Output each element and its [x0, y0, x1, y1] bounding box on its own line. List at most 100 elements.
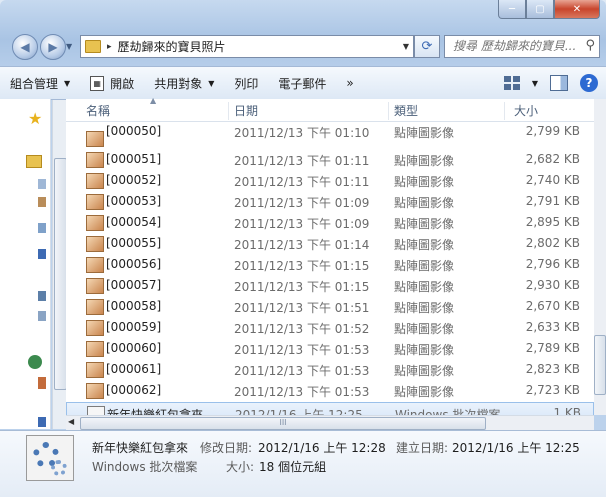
music-icon[interactable]	[38, 223, 46, 233]
file-size: 2,895 KB	[525, 215, 580, 229]
user-icon[interactable]	[38, 377, 46, 389]
file-name: [000057]	[106, 278, 162, 292]
bitmap-image-icon	[86, 362, 104, 378]
file-type: 點陣圖影像	[394, 259, 455, 273]
navigation-scrollbar[interactable]	[52, 100, 67, 429]
file-list-scroll-thumb[interactable]	[594, 335, 606, 395]
refresh-icon: ⟳	[421, 39, 433, 54]
file-name: [000056]	[106, 257, 162, 271]
file-size: 2,796 KB	[525, 257, 580, 271]
column-header-date[interactable]: 日期	[228, 102, 389, 120]
pictures-icon[interactable]	[38, 197, 46, 207]
email-button[interactable]: 電子郵件	[268, 71, 336, 95]
navigation-pane: ★	[0, 99, 51, 429]
file-row[interactable]: [000057] 2011/12/13 下午 01:15 點陣圖影像 2,930 KB	[66, 275, 594, 296]
view-options-icon[interactable]	[503, 76, 520, 90]
file-size: 2,740 KB	[525, 173, 580, 187]
column-headers: ▲ 名稱 日期 類型 大小	[66, 96, 594, 122]
file-row[interactable]: [000061] 2011/12/13 下午 01:53 點陣圖影像 2,823 KB	[66, 359, 594, 380]
organize-button[interactable]: 組合管理 ▼	[0, 71, 80, 95]
bitmap-image-icon	[86, 278, 104, 294]
file-row[interactable]: [000058] 2011/12/13 下午 01:51 點陣圖影像 2,670 KB	[66, 296, 594, 317]
help-icon[interactable]: ?	[580, 74, 598, 92]
file-list-scrollbar[interactable]	[594, 99, 606, 415]
file-name: [000060]	[106, 341, 162, 355]
bitmap-image-icon	[86, 383, 104, 399]
file-type: 點陣圖影像	[394, 301, 455, 315]
share-button[interactable]: 共用對象 ▼	[144, 71, 224, 95]
search-box[interactable]: ⚲	[444, 35, 600, 58]
file-list: ▲ 名稱 日期 類型 大小 [000050] 2011/12/13 下午 01:1…	[66, 96, 594, 423]
minimize-button[interactable]: ─	[498, 0, 526, 19]
file-row[interactable]: [000051] 2011/12/13 下午 01:11 點陣圖影像 2,682 KB	[66, 149, 594, 170]
file-row[interactable]: [000054] 2011/12/13 下午 01:09 點陣圖影像 2,895 KB	[66, 212, 594, 233]
file-row[interactable]: [000053] 2011/12/13 下午 01:09 點陣圖影像 2,791 KB	[66, 191, 594, 212]
preview-pane-icon[interactable]	[550, 75, 568, 91]
details-pane: 新年快樂紅包拿來 修改日期: 2012/1/16 上午 12:28 建立日期: …	[0, 430, 606, 497]
file-date: 2011/12/13 下午 01:11	[234, 175, 370, 189]
file-type: 點陣圖影像	[394, 217, 455, 231]
file-name: [000061]	[106, 362, 162, 376]
more-button[interactable]: »	[336, 71, 363, 95]
libraries-icon[interactable]	[26, 155, 42, 168]
file-row[interactable]: [000062] 2011/12/13 下午 01:53 點陣圖影像 2,723 KB	[66, 380, 594, 401]
view-dropdown-icon[interactable]: ▼	[532, 79, 538, 88]
file-size: 2,670 KB	[525, 299, 580, 313]
file-row[interactable]: [000052] 2011/12/13 下午 01:11 點陣圖影像 2,740 KB	[66, 170, 594, 191]
computer-icon[interactable]	[38, 291, 46, 301]
search-icon[interactable]: ⚲	[585, 38, 595, 53]
file-date: 2011/12/13 下午 01:52	[234, 322, 370, 336]
documents-icon[interactable]	[38, 179, 46, 189]
horizontal-scrollbar[interactable]: ◀ III	[66, 415, 594, 430]
file-row[interactable]: [000060] 2011/12/13 下午 01:53 點陣圖影像 2,789 KB	[66, 338, 594, 359]
forward-button[interactable]: ▶	[40, 34, 66, 60]
close-button[interactable]: ✕	[554, 0, 600, 19]
command-bar: 組合管理 ▼ ▦ 開啟 共用對象 ▼ 列印 電子郵件 » ▼ ?	[0, 66, 606, 100]
homegroup-icon[interactable]	[28, 355, 42, 369]
file-date: 2011/12/13 下午 01:15	[234, 259, 370, 273]
explorer-window: ─ ▢ ✕ ◀ ▶ ▼ ▸ 歷劫歸來的寶貝照片 ▼ ⟳ ⚲ 組合管理 ▼ ▦ 開啟 …	[0, 0, 606, 497]
column-header-name[interactable]: 名稱	[80, 102, 229, 120]
file-row[interactable]: [000059] 2011/12/13 下午 01:52 點陣圖影像 2,633 KB	[66, 317, 594, 338]
file-row[interactable]: [000050] 2011/12/13 下午 01:10 點陣圖影像 2,799 KB	[66, 124, 594, 149]
file-date: 2011/12/13 下午 01:51	[234, 301, 370, 315]
videos-icon[interactable]	[38, 249, 46, 259]
details-size-value: 18 個位元組	[259, 460, 327, 474]
file-name: [000059]	[106, 320, 162, 334]
maximize-button[interactable]: ▢	[526, 0, 554, 19]
details-file-type: Windows 批次檔案	[92, 460, 198, 474]
file-size: 2,930 KB	[525, 278, 580, 292]
file-date: 2011/12/13 下午 01:53	[234, 385, 370, 399]
scroll-left-icon[interactable]: ◀	[68, 417, 74, 426]
drive-icon[interactable]	[38, 311, 46, 321]
back-button[interactable]: ◀	[12, 34, 38, 60]
open-button[interactable]: ▦ 開啟	[80, 71, 144, 95]
folder-icon	[85, 40, 101, 53]
network-icon[interactable]	[38, 417, 46, 427]
file-size: 2,682 KB	[525, 152, 580, 166]
print-button[interactable]: 列印	[224, 71, 268, 95]
horizontal-scroll-thumb[interactable]: III	[80, 417, 486, 430]
file-row[interactable]: [000056] 2011/12/13 下午 01:15 點陣圖影像 2,796 KB	[66, 254, 594, 275]
file-name: [000052]	[106, 173, 162, 187]
column-header-type[interactable]: 類型	[388, 102, 505, 120]
refresh-button[interactable]: ⟳	[414, 35, 440, 58]
gear-small-icon	[51, 460, 67, 476]
share-label: 共用對象	[154, 76, 203, 91]
search-input[interactable]	[445, 36, 581, 55]
file-type: 點陣圖影像	[394, 238, 455, 252]
file-row[interactable]: [000055] 2011/12/13 下午 01:14 點陣圖影像 2,802 KB	[66, 233, 594, 254]
file-size: 2,823 KB	[525, 362, 580, 376]
column-header-size[interactable]: 大小	[508, 102, 594, 120]
file-date: 2011/12/13 下午 01:09	[234, 196, 370, 210]
file-name: [000051]	[106, 152, 162, 166]
open-file-icon: ▦	[90, 75, 105, 91]
address-dropdown-icon[interactable]: ▼	[403, 42, 409, 51]
details-modified-value: 2012/1/16 上午 12:28	[258, 441, 386, 455]
toolbar-right: ▼ ?	[503, 74, 598, 92]
breadcrumb-current-folder[interactable]: 歷劫歸來的寶貝照片	[118, 38, 226, 55]
path-separator-icon[interactable]: ▸	[107, 42, 112, 52]
recent-pages-dropdown-icon[interactable]: ▼	[66, 42, 72, 51]
favorites-star-icon[interactable]: ★	[28, 109, 44, 128]
address-bar[interactable]: ▸ 歷劫歸來的寶貝照片 ▼	[80, 35, 414, 58]
